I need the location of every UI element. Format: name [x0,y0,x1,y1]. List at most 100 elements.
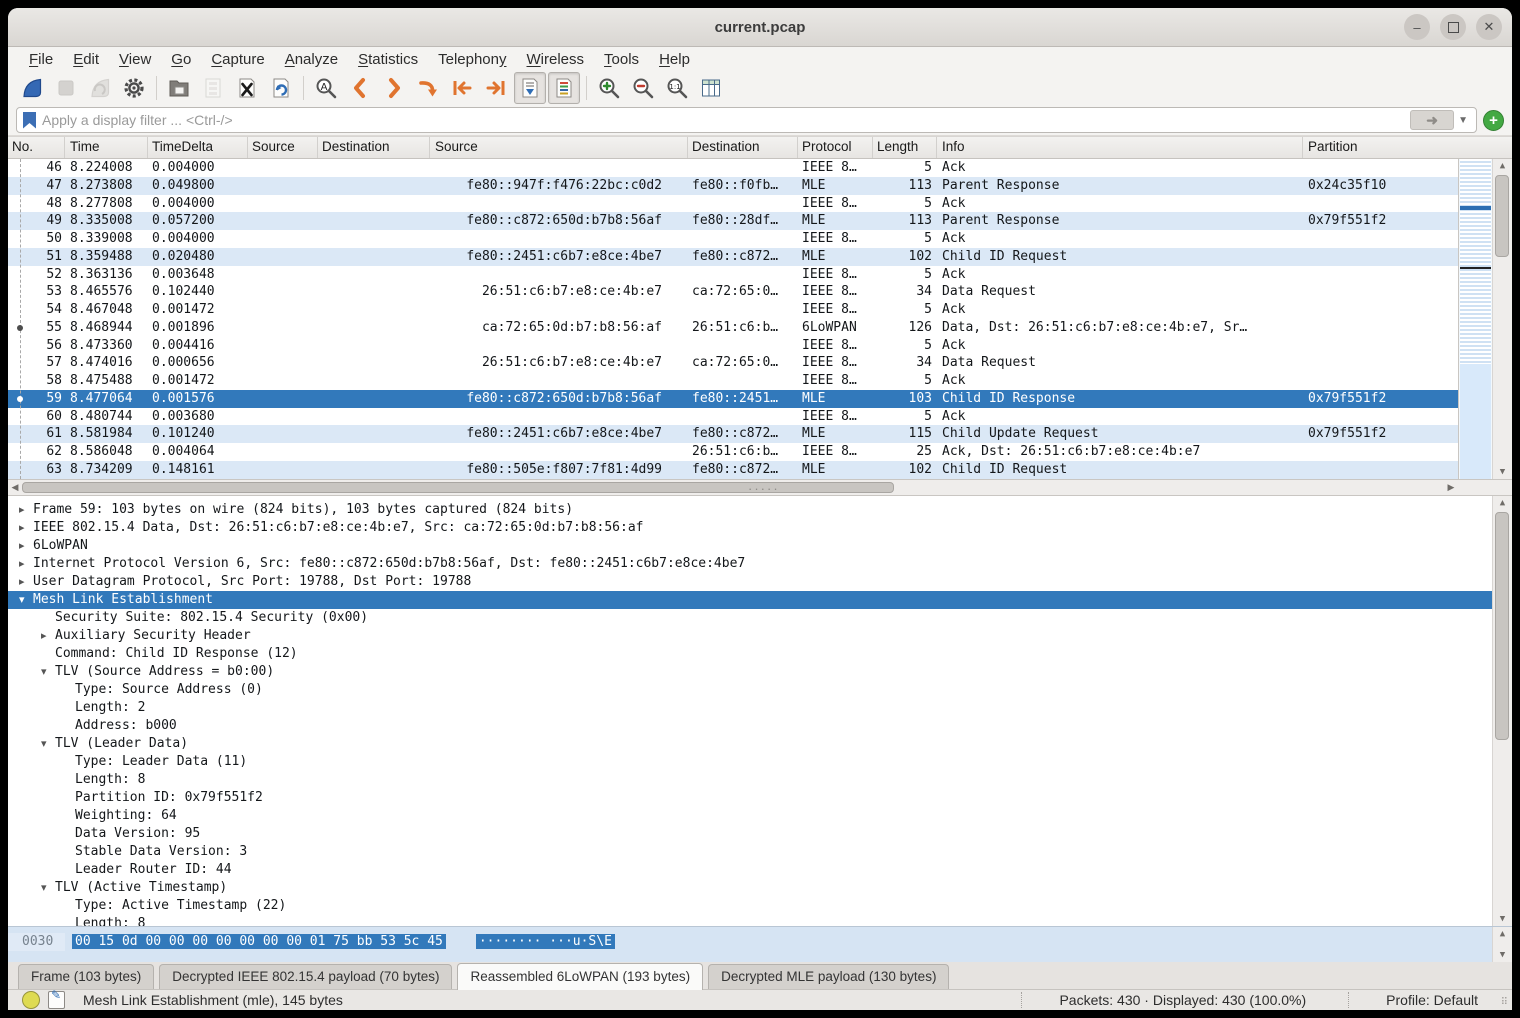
cell-time[interactable]: 8.473360 [65,337,148,355]
cell-destination[interactable]: fe80::c872… [688,461,798,479]
packet-row-52[interactable]: 528.3631360.003648IEEE 8…5Ack [8,266,1458,284]
packet-row-60[interactable]: 608.4807440.003680IEEE 8…5Ack [8,408,1458,426]
cell-length[interactable]: 25 [873,443,937,461]
packet-row-61[interactable]: 618.5819840.101240fe80::2451:c6b7:e8ce:4… [8,425,1458,443]
packet-row-49[interactable]: 498.3350080.057200fe80::c872:650d:b7b8:5… [8,212,1458,230]
cell-protocol[interactable]: 6LoWPAN [798,319,873,337]
detail-line[interactable]: ▸User Datagram Protocol, Src Port: 19788… [8,573,1492,591]
cell-destination[interactable] [318,266,430,284]
go-to-packet-icon[interactable] [412,72,444,104]
byte-tab-frame-103-bytes-[interactable]: Frame (103 bytes) [18,964,154,989]
cell-source[interactable] [248,408,318,426]
scroll-left-icon[interactable]: ◀ [8,480,22,495]
cell-protocol[interactable]: IEEE 8… [798,443,873,461]
cell-timedelta[interactable]: 0.003680 [148,408,248,426]
cell-no-[interactable]: 49 [8,212,65,230]
cell-protocol[interactable]: IEEE 8… [798,372,873,390]
splitter-handle[interactable]: ····· [748,926,797,928]
zoom-in-icon[interactable] [593,72,625,104]
column-header-source[interactable]: Source [248,137,318,158]
column-header-info[interactable]: Info [937,137,1303,158]
cell-length[interactable]: 103 [873,390,937,408]
cell-destination[interactable] [318,443,430,461]
expander-collapsed-icon[interactable]: ▸ [19,501,25,519]
cell-partition[interactable] [1303,283,1458,301]
cell-info[interactable]: Child ID Request [937,248,1303,266]
cell-no-[interactable]: 63 [8,461,65,479]
cell-protocol[interactable]: IEEE 8… [798,337,873,355]
cell-timedelta[interactable]: 0.020480 [148,248,248,266]
column-header-no-[interactable]: No. [8,137,65,158]
cell-no-[interactable]: 54 [8,301,65,319]
scroll-up-icon[interactable]: ▲ [1493,927,1512,941]
cell-destination[interactable] [318,390,430,408]
cell-source[interactable] [248,425,318,443]
menu-help[interactable]: Help [650,50,699,69]
cell-source[interactable]: fe80::947f:f476:22bc:c0d2 [430,177,688,195]
cell-protocol[interactable]: IEEE 8… [798,408,873,426]
cell-source[interactable] [430,337,688,355]
zoom-original-icon[interactable]: 1:1 [661,72,693,104]
cell-time[interactable]: 8.581984 [65,425,148,443]
cell-protocol[interactable]: MLE [798,461,873,479]
packet-row-48[interactable]: 488.2778080.004000IEEE 8…5Ack [8,195,1458,213]
go-first-icon[interactable] [446,72,478,104]
packet-row-46[interactable]: 468.2240080.004000IEEE 8…5Ack [8,159,1458,177]
profile-text[interactable]: Profile: Default [1350,992,1512,1008]
cell-no-[interactable]: 51 [8,248,65,266]
byte-tab-decrypted-mle-payload-130-bytes-[interactable]: Decrypted MLE payload (130 bytes) [708,964,949,989]
detail-line[interactable]: Security Suite: 802.15.4 Security (0x00) [8,609,1492,627]
detail-line-selected[interactable]: ▾Mesh Link Establishment [8,591,1492,609]
cell-protocol[interactable]: IEEE 8… [798,266,873,284]
zoom-out-icon[interactable] [627,72,659,104]
cell-length[interactable]: 115 [873,425,937,443]
detail-line[interactable]: Stable Data Version: 3 [8,843,1492,861]
cell-destination[interactable] [318,177,430,195]
packet-row-50[interactable]: 508.3390080.004000IEEE 8…5Ack [8,230,1458,248]
cell-timedelta[interactable]: 0.004000 [148,159,248,177]
packet-row-59[interactable]: 598.4770640.001576fe80::c872:650d:b7b8:5… [8,390,1458,408]
cell-source[interactable] [248,212,318,230]
cell-info[interactable]: Ack [937,372,1303,390]
scroll-down-icon[interactable]: ▼ [1493,465,1512,479]
scroll-up-icon[interactable]: ▲ [1493,496,1512,510]
cell-no-[interactable]: 57 [8,354,65,372]
cell-source[interactable]: fe80::c872:650d:b7b8:56af [430,390,688,408]
cell-time[interactable]: 8.277808 [65,195,148,213]
cell-destination[interactable] [318,195,430,213]
minimize-icon[interactable]: – [1404,14,1430,40]
detail-line[interactable]: ▸Frame 59: 103 bytes on wire (824 bits),… [8,501,1492,519]
cell-partition[interactable]: 0x79f551f2 [1303,425,1458,443]
cell-no-[interactable]: 47 [8,177,65,195]
detail-line[interactable]: ▾TLV (Source Address = b0:00) [8,663,1492,681]
cell-info[interactable]: Ack [937,301,1303,319]
cell-time[interactable]: 8.224008 [65,159,148,177]
splitter-handle[interactable]: ····· [748,487,780,491]
cell-source[interactable]: fe80::2451:c6b7:e8ce:4be7 [430,425,688,443]
column-header-protocol[interactable]: Protocol [798,137,873,158]
cell-source[interactable] [430,230,688,248]
menu-view[interactable]: View [110,50,160,69]
cell-source[interactable] [248,337,318,355]
expander-collapsed-icon[interactable]: ▸ [41,627,47,645]
cell-source[interactable] [430,408,688,426]
cell-source[interactable] [248,461,318,479]
cell-destination[interactable] [318,230,430,248]
cell-timedelta[interactable]: 0.004064 [148,443,248,461]
auto-scroll-icon[interactable] [514,72,546,104]
cell-info[interactable]: Parent Response [937,177,1303,195]
cell-partition[interactable] [1303,230,1458,248]
cell-info[interactable]: Ack [937,195,1303,213]
cell-timedelta[interactable]: 0.004416 [148,337,248,355]
cell-timedelta[interactable]: 0.102440 [148,283,248,301]
close-file-icon[interactable] [231,72,263,104]
column-header-time[interactable]: Time [65,137,148,158]
detail-line[interactable]: ▸IEEE 802.15.4 Data, Dst: 26:51:c6:b7:e8… [8,519,1492,537]
packet-row-51[interactable]: 518.3594880.020480fe80::2451:c6b7:e8ce:4… [8,248,1458,266]
scroll-thumb[interactable] [1495,175,1509,257]
cell-length[interactable]: 113 [873,212,937,230]
cell-timedelta[interactable]: 0.148161 [148,461,248,479]
detail-line[interactable]: Type: Leader Data (11) [8,753,1492,771]
expander-collapsed-icon[interactable]: ▸ [19,555,25,573]
detail-line[interactable]: ▸6LoWPAN [8,537,1492,555]
